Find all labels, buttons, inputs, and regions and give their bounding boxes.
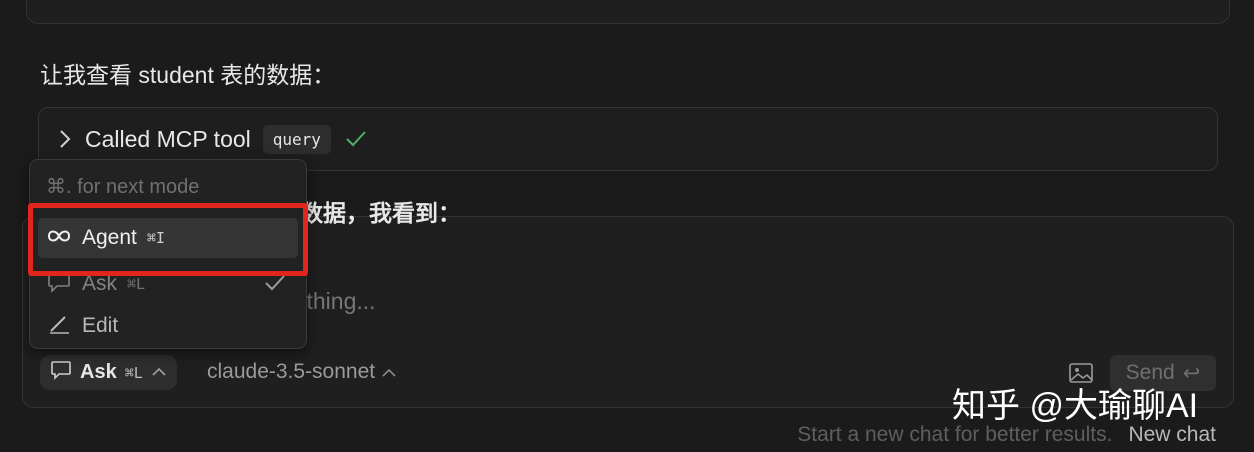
new-chat-link[interactable]: New chat [1128,423,1216,447]
checkmark-icon [264,274,286,297]
mode-option-label: Edit [82,314,119,337]
model-name: claude-3.5-sonnet [207,360,376,383]
chat-bubble-icon [50,360,72,385]
mode-option-edit[interactable]: Edit [38,306,298,346]
footer-hint-text: Start a new chat for better results. [797,423,1113,446]
mode-shortcut: ⌘L [124,363,143,382]
footer-hint: Start a new chat for better results. New… [797,423,1216,447]
watermark-text: 知乎 @大瑜聊AI [952,387,1199,425]
model-selector[interactable]: claude-3.5-sonnet [207,360,397,384]
dropdown-hint: ⌘. for next mode [46,176,200,198]
chevron-right-icon[interactable] [59,129,73,149]
previous-message-card [26,0,1230,24]
chevron-up-icon [381,360,397,384]
composer-placeholder[interactable]: ything... [295,288,376,315]
mode-label: Ask [80,361,117,383]
assistant-message-text: 让我查看 student 表的数据： [40,62,336,88]
annotation-highlight-box [28,203,308,276]
tool-name-badge: query [262,124,331,154]
success-check-icon [345,130,367,148]
mode-option-shortcut: ⌘L [127,275,146,293]
assistant-partial-text: 数据，我看到： [300,200,461,226]
pencil-icon [46,313,72,340]
tool-call-label: Called MCP tool [85,125,251,152]
chevron-up-icon [151,364,167,382]
mode-selector-button[interactable]: Ask ⌘L [40,355,177,390]
